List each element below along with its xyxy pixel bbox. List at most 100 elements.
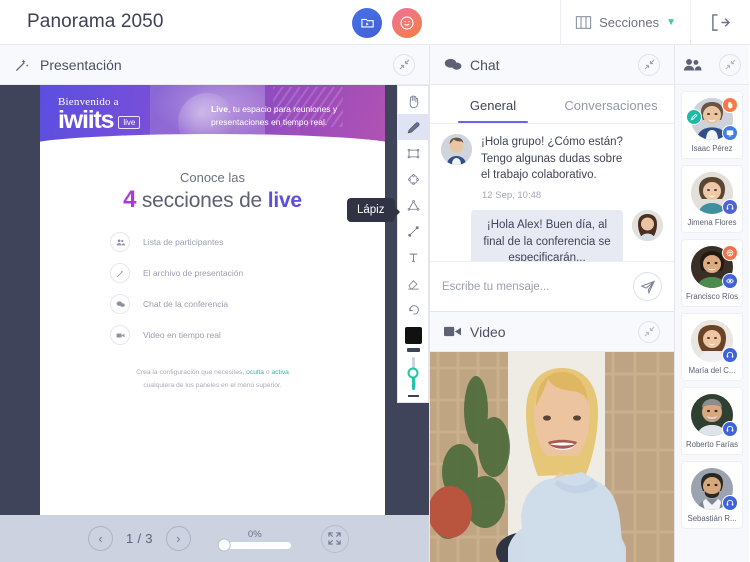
participant-avatar-wrap [691, 172, 738, 215]
participant-avatar-wrap [691, 394, 738, 437]
slide-footer-link-activar: activa [271, 369, 289, 376]
video-folder-icon [360, 18, 374, 28]
video-title: Video [470, 323, 506, 340]
hero-brand-name: iwiits [58, 106, 115, 134]
undo-tool-button[interactable] [398, 296, 428, 322]
chat-icon [444, 57, 466, 72]
slide-footer-post: cualquiera de los paneles en el menú sup… [143, 381, 282, 389]
participant-card[interactable]: Francisco Ríos [681, 239, 743, 307]
video-icon [444, 325, 466, 338]
participants-list[interactable]: Isaac Pérez Jimena Flores Francisco Ríos… [675, 85, 749, 562]
previous-slide-button[interactable]: ‹ [88, 526, 113, 551]
stroke-thickness-slider[interactable] [406, 348, 420, 402]
chat-header: Chat [430, 45, 674, 85]
slide-title-middle: secciones de [141, 189, 263, 212]
hand-icon [728, 101, 733, 109]
zoom-slider-track[interactable] [217, 538, 291, 552]
hero-brand-tag: live [118, 115, 141, 129]
fullscreen-icon [328, 532, 341, 545]
rectangle-tool-button[interactable] [398, 140, 428, 166]
tool-tooltip: Lápiz [347, 198, 399, 222]
hero-tagline-rest: , tu espacio para reuniones y presentaci… [211, 104, 338, 127]
sections-label: Secciones [599, 14, 660, 30]
video-header: Video [430, 312, 674, 352]
headset-icon [726, 425, 734, 432]
slide-feature-item: El archivo de presentación [110, 263, 315, 283]
participant-avatar-wrap [691, 245, 738, 289]
drawing-toolbar [397, 85, 429, 403]
text-icon [409, 253, 417, 262]
slide-feature-item: Chat de la conferencia [110, 294, 315, 314]
zoom-control[interactable]: 0% [217, 528, 291, 552]
color-swatch-button[interactable] [404, 327, 422, 344]
video-feed[interactable] [430, 352, 674, 562]
badge-headset [722, 199, 738, 215]
hand-tool-button[interactable] [398, 88, 428, 114]
eraser-icon [407, 279, 419, 290]
slide-footer-note: Crea la configuración que necesites, ocu… [40, 367, 385, 392]
triangle-tool-button[interactable] [398, 192, 428, 218]
rectangle-icon [407, 148, 419, 158]
record-video-button[interactable] [352, 7, 382, 38]
chat-message-text: ¡Hola grupo! ¿Cómo están? Tengo algunas … [481, 136, 623, 182]
slide-feature-label: El archivo de presentación [143, 268, 244, 278]
hero-curve [40, 134, 385, 148]
top-bar-actions [352, 0, 422, 45]
participants-panel: Isaac Pérez Jimena Flores Francisco Ríos… [675, 45, 749, 562]
badge-view [722, 273, 738, 289]
chat-message-list[interactable]: ¡Hola grupo! ¿Cómo están? Tengo algunas … [430, 124, 674, 261]
tab-general[interactable]: General [434, 85, 552, 123]
participants-collapse-button[interactable] [719, 53, 741, 76]
badge-raise-hand [722, 97, 738, 113]
chat-message: ¡Hola Alex! Buen día, al final de la con… [441, 210, 663, 261]
line-tool-button[interactable] [398, 218, 428, 244]
eraser-tool-button[interactable] [398, 270, 428, 296]
thickness-track[interactable] [407, 357, 419, 390]
pencil-tool-button[interactable] [398, 114, 428, 140]
participant-name: Isaac Pérez [691, 144, 733, 153]
triangle-icon [407, 199, 419, 211]
slide-canvas[interactable]: Bienvenido a iwiits live Live, tu espaci… [40, 85, 385, 515]
headset-icon [726, 203, 734, 210]
participant-card[interactable]: Jimena Flores [681, 165, 743, 233]
hero-tagline: Live, tu espacio para reuniones y presen… [211, 103, 371, 129]
exit-icon [712, 13, 731, 31]
fullscreen-button[interactable] [320, 524, 349, 553]
participant-avatar-wrap [691, 320, 738, 363]
chat-collapse-button[interactable] [638, 53, 660, 76]
app-root: Panorama 2050 Secciones ▼ Presentación B… [0, 0, 750, 562]
video-collapse-button[interactable] [638, 320, 660, 343]
participant-card[interactable]: Roberto Farías [681, 387, 743, 455]
participant-card[interactable]: Sebastián R... [681, 461, 743, 529]
participant-card[interactable]: María del C... [681, 313, 743, 381]
next-slide-button[interactable]: › [165, 526, 191, 551]
undo-icon [408, 304, 419, 314]
zoom-slider-knob[interactable] [217, 538, 231, 552]
slide-title: 4 secciones de live [40, 186, 385, 214]
circle-tool-button[interactable] [398, 166, 428, 192]
participants-icon [110, 232, 130, 252]
presentation-collapse-button[interactable] [393, 53, 415, 76]
avatar [632, 210, 663, 242]
thickness-max-indicator [406, 348, 420, 352]
send-message-button[interactable] [633, 272, 662, 301]
tab-conversaciones[interactable]: Conversaciones [552, 85, 670, 123]
reaction-button[interactable] [392, 7, 422, 38]
text-tool-button[interactable] [398, 244, 428, 270]
thickness-knob[interactable] [407, 367, 419, 378]
presentation-header: Presentación [0, 45, 429, 85]
top-bar-right: Secciones ▼ [560, 0, 750, 45]
chat-title: Chat [470, 56, 500, 73]
participant-card[interactable]: Isaac Pérez [681, 91, 743, 159]
sections-dropdown[interactable]: Secciones ▼ [560, 0, 690, 45]
participants-icon [683, 57, 702, 72]
exit-button[interactable] [690, 0, 750, 45]
hero-left-text: Bienvenido a iwiits live [58, 96, 141, 134]
presentation-title: Presentación [40, 56, 122, 73]
zoom-percent-label: 0% [247, 528, 262, 540]
message-input[interactable] [442, 280, 627, 293]
send-icon [640, 279, 655, 294]
page-title: Panorama 2050 [27, 11, 164, 32]
slide-feature-label: Chat de la conferencia [143, 299, 229, 309]
slide-title-number: 4 [123, 186, 137, 213]
